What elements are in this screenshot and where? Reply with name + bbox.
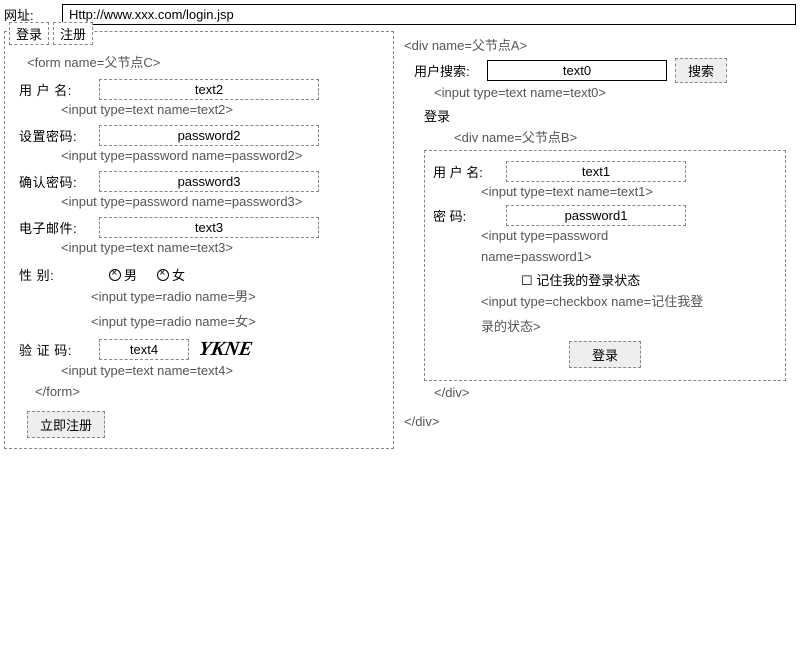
- confirmpwd-label: 确认密码:: [19, 172, 89, 191]
- search-button[interactable]: 搜索: [675, 58, 727, 83]
- gender-female-text: 女: [172, 265, 185, 284]
- login-button[interactable]: 登录: [569, 341, 641, 368]
- gender-male-annot: <input type=radio name=男>: [91, 286, 387, 305]
- login-password-annot2: name=password1>: [481, 249, 779, 264]
- username-label: 用 户 名:: [19, 80, 89, 99]
- email-label: 电子邮件:: [19, 218, 89, 237]
- login-password-annot1: <input type=password: [481, 228, 779, 243]
- divB-close-annot: </div>: [434, 385, 786, 400]
- tab-login[interactable]: 登录: [9, 22, 49, 45]
- setpwd-label: 设置密码:: [19, 126, 89, 145]
- register-panel: 登录 注册 <form name=父节点C> 用 户 名: text2 <inp…: [4, 31, 394, 449]
- gender-male-text: 男: [124, 265, 137, 284]
- gender-label: 性 别:: [19, 265, 89, 284]
- login-username-label: 用 户 名:: [433, 162, 498, 181]
- search-input[interactable]: text0: [487, 60, 667, 81]
- captcha-input[interactable]: text4: [99, 339, 189, 360]
- remember-annot1: <input type=checkbox name=记住我登: [481, 291, 779, 310]
- search-label: 用户搜索:: [414, 61, 479, 80]
- username-annot: <input type=text name=text2>: [61, 102, 387, 117]
- captcha-label: 验 证 码:: [19, 340, 89, 359]
- divA-close-annot: </div>: [404, 414, 786, 429]
- right-panel: <div name=父节点A> 用户搜索: text0 搜索 <input ty…: [400, 31, 790, 449]
- email-input[interactable]: text3: [99, 217, 319, 238]
- gender-male-radio[interactable]: 男: [109, 265, 137, 284]
- confirmpwd-annot: <input type=password name=password3>: [61, 194, 387, 209]
- login-username-annot: <input type=text name=text1>: [481, 184, 779, 199]
- login-box: 用 户 名: text1 <input type=text name=text1…: [424, 150, 786, 381]
- login-title: 登录: [424, 106, 786, 125]
- login-password-label: 密 码:: [433, 206, 498, 225]
- email-annot: <input type=text name=text3>: [61, 240, 387, 255]
- username-input[interactable]: text2: [99, 79, 319, 100]
- gender-female-annot: <input type=radio name=女>: [91, 311, 387, 330]
- gender-female-radio[interactable]: 女: [157, 265, 185, 284]
- form-open-annot: <form name=父节点C>: [27, 52, 387, 71]
- captcha-image: YKNE: [197, 338, 254, 361]
- setpwd-input[interactable]: password2: [99, 125, 319, 146]
- login-username-input[interactable]: text1: [506, 161, 686, 182]
- divA-open-annot: <div name=父节点A>: [404, 35, 786, 54]
- setpwd-annot: <input type=password name=password2>: [61, 148, 387, 163]
- register-button[interactable]: 立即注册: [27, 411, 105, 438]
- search-annot: <input type=text name=text0>: [434, 85, 786, 100]
- form-close-annot: </form>: [35, 384, 387, 399]
- captcha-annot: <input type=text name=text4>: [61, 363, 387, 378]
- login-password-input[interactable]: password1: [506, 205, 686, 226]
- remember-annot2: 录的状态>: [481, 316, 779, 335]
- confirmpwd-input[interactable]: password3: [99, 171, 319, 192]
- tab-register[interactable]: 注册: [53, 22, 93, 45]
- divB-open-annot: <div name=父节点B>: [454, 127, 786, 146]
- url-bar[interactable]: Http://www.xxx.com/login.jsp: [62, 4, 796, 25]
- remember-checkbox-row[interactable]: ☐ 记住我的登录状态: [521, 270, 779, 289]
- remember-text: 记住我的登录状态: [536, 273, 640, 288]
